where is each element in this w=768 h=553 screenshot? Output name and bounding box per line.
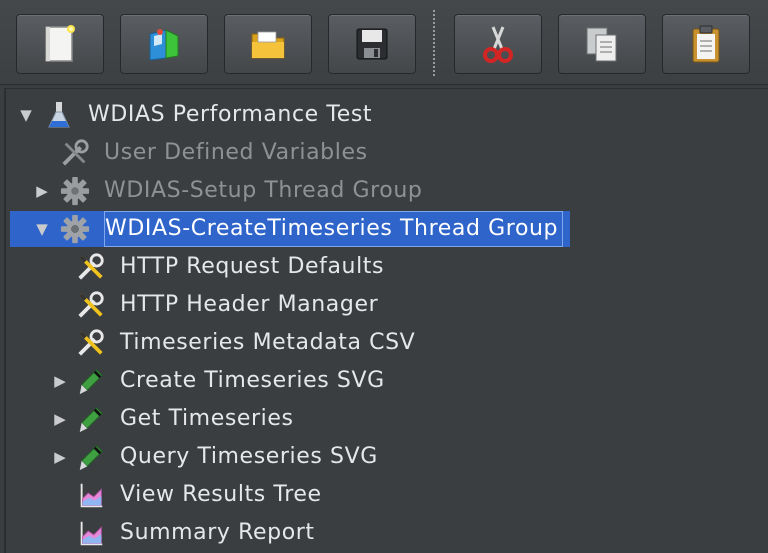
tree-node-label: User Defined Variables bbox=[104, 140, 368, 165]
tree-node-label: Create Timeseries SVG bbox=[120, 368, 385, 393]
tree-node-setup-thread-group[interactable]: ▶ WDIAS-Setup Thread Group bbox=[6, 173, 768, 209]
templates-icon bbox=[149, 29, 179, 61]
tree-node-query-timeseries-svg[interactable]: ▶ Query Timeseries SVG bbox=[6, 439, 768, 475]
save-floppy-icon bbox=[356, 28, 388, 60]
scissors-icon bbox=[483, 26, 513, 63]
tree-node-label: HTTP Request Defaults bbox=[120, 254, 385, 279]
tree-node-view-results-tree[interactable]: View Results Tree bbox=[6, 477, 768, 513]
report-chart-icon bbox=[76, 518, 106, 548]
tree-node-get-timeseries[interactable]: ▶ Get Timeseries bbox=[6, 401, 768, 437]
test-plan-tree[interactable]: ▼ WDIAS Performance Test User Defined Va… bbox=[4, 88, 768, 553]
collapsed-triangle-icon[interactable]: ▶ bbox=[50, 401, 70, 437]
open-folder-icon bbox=[251, 31, 285, 59]
collapsed-triangle-icon[interactable]: ▶ bbox=[50, 439, 70, 475]
tree-node-create-timeseries-svg[interactable]: ▶ Create Timeseries SVG bbox=[6, 363, 768, 399]
save-button[interactable] bbox=[328, 14, 416, 74]
collapsed-triangle-icon[interactable]: ▶ bbox=[32, 173, 52, 209]
tree-node-label: HTTP Header Manager bbox=[120, 292, 379, 317]
main-toolbar bbox=[0, 0, 768, 85]
copy-button[interactable] bbox=[558, 14, 646, 74]
clipboard-icon bbox=[692, 25, 720, 63]
collapsed-triangle-icon[interactable]: ▶ bbox=[50, 363, 70, 399]
config-tools-icon bbox=[76, 328, 106, 358]
tree-node-label: WDIAS-CreateTimeseries Thread Group bbox=[104, 211, 564, 247]
tree-node-test-plan[interactable]: ▼ WDIAS Performance Test bbox=[6, 97, 768, 133]
tree-node-http-request-defaults[interactable]: HTTP Request Defaults bbox=[6, 249, 768, 285]
new-document-icon bbox=[45, 25, 75, 62]
templates-button[interactable] bbox=[120, 14, 208, 74]
cut-button[interactable] bbox=[454, 14, 542, 74]
report-chart-icon bbox=[76, 480, 106, 510]
tree-node-summary-report[interactable]: Summary Report bbox=[6, 515, 768, 551]
copy-icon bbox=[586, 27, 617, 62]
pipette-icon bbox=[76, 366, 106, 396]
pipette-icon bbox=[76, 442, 106, 472]
toolbar-separator bbox=[433, 10, 435, 76]
flask-icon bbox=[44, 100, 74, 130]
expanded-triangle-icon[interactable]: ▼ bbox=[16, 97, 36, 133]
gear-icon bbox=[60, 176, 90, 206]
tree-node-label: WDIAS-Setup Thread Group bbox=[104, 178, 423, 203]
tree-node-label: Summary Report bbox=[120, 520, 315, 545]
tree-node-createtimeseries-thread-group[interactable]: ▼ WDIAS-CreateTimeseries Thread Group bbox=[6, 211, 768, 247]
tree-node-label: WDIAS Performance Test bbox=[88, 102, 373, 127]
tree-node-timeseries-metadata-csv[interactable]: Timeseries Metadata CSV bbox=[6, 325, 768, 361]
paste-button[interactable] bbox=[662, 14, 750, 74]
tree-node-label: Query Timeseries SVG bbox=[120, 444, 378, 469]
tree-node-label: Get Timeseries bbox=[120, 406, 294, 431]
wrench-icon bbox=[60, 138, 90, 168]
config-tools-icon bbox=[76, 252, 106, 282]
pipette-icon bbox=[76, 404, 106, 434]
tree-node-user-defined-variables[interactable]: User Defined Variables bbox=[6, 135, 768, 171]
new-button[interactable] bbox=[16, 14, 104, 74]
tree-node-label: Timeseries Metadata CSV bbox=[120, 330, 416, 355]
config-tools-icon bbox=[76, 290, 106, 320]
open-button[interactable] bbox=[224, 14, 312, 74]
gear-icon bbox=[60, 214, 90, 244]
tree-node-label: View Results Tree bbox=[120, 482, 322, 507]
tree-node-http-header-manager[interactable]: HTTP Header Manager bbox=[6, 287, 768, 323]
expanded-triangle-icon[interactable]: ▼ bbox=[32, 211, 52, 247]
